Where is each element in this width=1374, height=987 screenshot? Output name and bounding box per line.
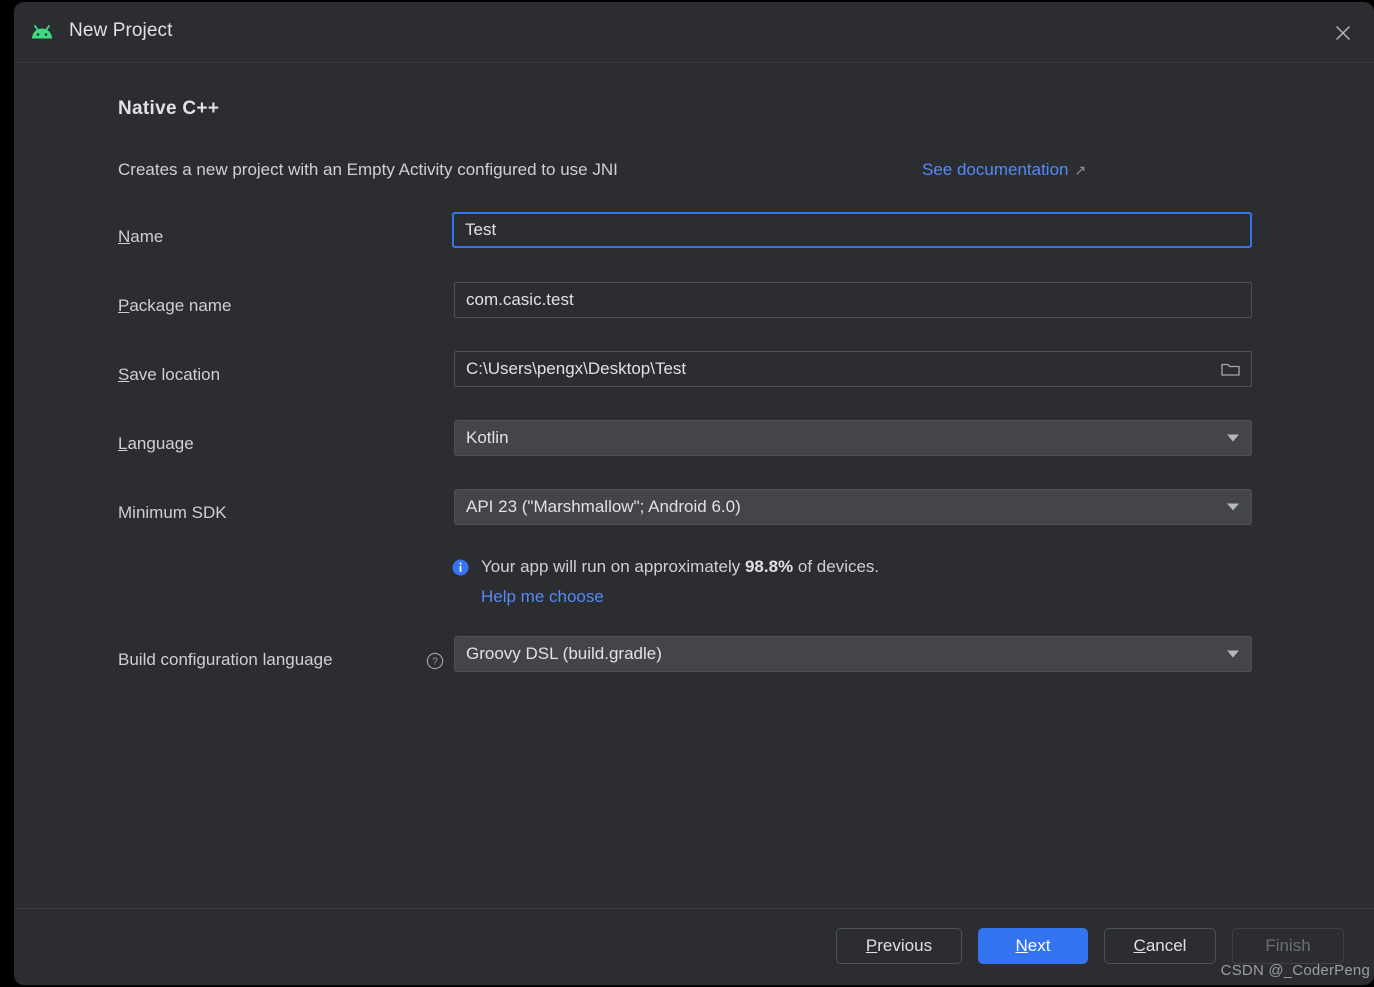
- sdk-coverage-percentage: 98.8%: [744, 557, 794, 576]
- package-name-label: Package name: [118, 296, 232, 315]
- finish-button: Finish: [1232, 928, 1344, 964]
- help-circle-icon[interactable]: ?: [426, 652, 444, 670]
- folder-icon[interactable]: [1221, 361, 1240, 377]
- previous-button[interactable]: Previous: [836, 928, 962, 964]
- build-config-language-label: Build configuration language: [118, 650, 333, 669]
- chevron-down-icon: [1227, 503, 1239, 511]
- new-project-dialog: New Project Native C++ Creates a new pro…: [14, 2, 1374, 985]
- see-documentation-link[interactable]: See documentation ↗: [922, 160, 1086, 180]
- help-me-choose-link[interactable]: Help me choose: [481, 587, 604, 607]
- minimum-sdk-label: Minimum SDK: [118, 503, 227, 522]
- page-title: Native C++: [118, 98, 220, 119]
- dialog-footer: Previous Next Cancel Finish CSDN @_Coder…: [14, 908, 1374, 985]
- dialog-body: Native C++ Creates a new project with an…: [14, 63, 1374, 908]
- cancel-button[interactable]: Cancel: [1104, 928, 1216, 964]
- name-label: Name: [118, 227, 164, 246]
- sdk-coverage-text-after: of devices.: [793, 557, 880, 576]
- watermark: CSDN @_CoderPeng: [1220, 962, 1370, 979]
- finish-button-label: Finish: [1265, 936, 1311, 955]
- save-location-label: Save location: [118, 365, 221, 384]
- next-button[interactable]: Next: [978, 928, 1088, 964]
- close-icon[interactable]: [1326, 16, 1360, 50]
- name-input-value: Test: [465, 220, 497, 239]
- language-label: Language: [118, 434, 194, 453]
- external-link-arrow-icon: ↗: [1074, 162, 1087, 178]
- sdk-coverage-text: Your app will run on approximately 98.8%…: [481, 557, 879, 577]
- sdk-coverage-text-before: Your app will run on approximately: [481, 557, 745, 576]
- minimum-sdk-dropdown[interactable]: API 23 ("Marshmallow"; Android 6.0): [454, 489, 1252, 525]
- language-dropdown-value: Kotlin: [466, 428, 509, 447]
- dialog-titlebar: New Project: [14, 2, 1374, 63]
- build-config-language-dropdown-value: Groovy DSL (build.gradle): [466, 644, 662, 663]
- minimum-sdk-dropdown-value: API 23 ("Marshmallow"; Android 6.0): [466, 497, 741, 516]
- android-robot-icon: [28, 21, 56, 45]
- template-description: Creates a new project with an Empty Acti…: [118, 160, 618, 179]
- name-input[interactable]: Test: [452, 212, 1252, 248]
- info-icon: [452, 559, 469, 576]
- chevron-down-icon: [1227, 650, 1239, 658]
- save-location-input-value: C:\Users\pengx\Desktop\Test: [466, 359, 687, 378]
- chevron-down-icon: [1227, 434, 1239, 442]
- package-name-input[interactable]: com.casic.test: [454, 282, 1252, 318]
- save-location-input[interactable]: C:\Users\pengx\Desktop\Test: [454, 351, 1252, 387]
- see-documentation-label: See documentation: [922, 160, 1069, 179]
- dialog-title: New Project: [69, 20, 173, 41]
- package-name-input-value: com.casic.test: [466, 290, 574, 309]
- build-config-language-dropdown[interactable]: Groovy DSL (build.gradle): [454, 636, 1252, 672]
- language-dropdown[interactable]: Kotlin: [454, 420, 1252, 456]
- svg-text:?: ?: [432, 657, 438, 668]
